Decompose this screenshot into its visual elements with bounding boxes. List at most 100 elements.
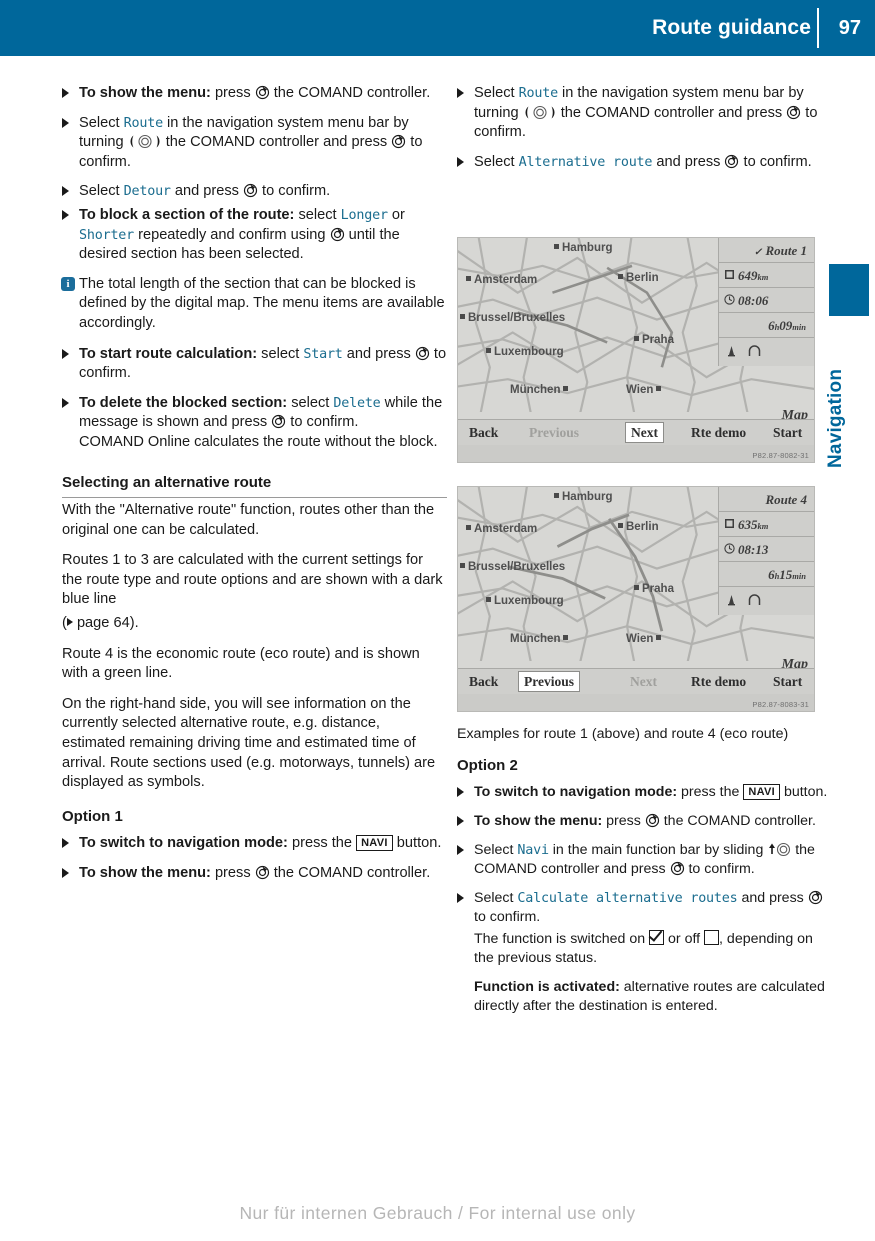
map-city-label: Praha — [634, 583, 674, 595]
bullet-arrow-icon — [62, 88, 69, 98]
paragraph: Routes 1 to 3 are calculated with the cu… — [62, 551, 447, 610]
rte-demo-button[interactable]: Rte demo — [686, 423, 751, 442]
item-text: button. — [392, 835, 442, 852]
item-text: press — [210, 865, 255, 881]
list-item: To show the menu: press the COMAND contr… — [62, 864, 447, 884]
status-text: The function is switched on — [474, 931, 650, 947]
rte-demo-button[interactable]: Rte demo — [686, 672, 751, 691]
back-button[interactable]: Back — [464, 672, 503, 691]
bullet-arrow-icon — [457, 787, 464, 797]
status-line: The function is switched on or off , dep… — [457, 930, 829, 968]
previous-button[interactable]: Previous — [518, 671, 580, 692]
list-item: To block a section of the route: select … — [62, 206, 447, 265]
previous-button[interactable]: Previous — [524, 423, 584, 442]
map-city-label: Amsterdam — [466, 274, 537, 286]
item-text: Select — [474, 85, 519, 101]
route-duration-row: 6h15min — [719, 562, 814, 587]
chapter-tab-label: Navigation — [825, 368, 846, 468]
checkbox-off-icon — [704, 930, 720, 945]
screen-button-bar: Back Previous Next Rte demo Start — [458, 668, 814, 694]
press-controller-icon — [330, 227, 345, 242]
motorway-icon — [726, 340, 737, 357]
press-controller-icon — [415, 346, 430, 361]
item-text: the COMAND controller. — [659, 813, 816, 829]
list-item: To delete the blocked section: select De… — [62, 394, 447, 453]
distance-unit: km — [757, 272, 769, 282]
bullet-arrow-icon — [62, 117, 69, 128]
route-title-row: Route 4 — [719, 487, 814, 512]
item-text: button. — [780, 784, 828, 800]
next-button[interactable]: Next — [625, 672, 662, 691]
destination-flag-icon — [724, 514, 735, 528]
footer-watermark: Nur für internen Gebrauch / For internal… — [239, 1203, 636, 1223]
command-term: Alternative route — [518, 154, 653, 170]
item-lead: To show the menu: — [474, 813, 603, 829]
right-column-lower: Examples for route 1 (above) and route 4… — [457, 725, 829, 1026]
map-city-label: Brussel/Bruxelles — [460, 561, 565, 573]
page-ref-text[interactable]: page 64 — [77, 615, 130, 631]
header-divider — [817, 8, 819, 48]
tunnel-icon — [748, 340, 761, 356]
turn-controller-icon — [128, 134, 162, 149]
press-controller-icon — [271, 414, 286, 429]
route-symbols-row — [719, 587, 814, 615]
bullet-arrow-icon — [457, 816, 464, 826]
bullet-arrow-icon — [457, 845, 464, 855]
image-reference-code: P82.87-8082-31 — [752, 451, 809, 460]
route-arrival-row: 08:06 — [719, 288, 814, 313]
next-button[interactable]: Next — [625, 422, 664, 443]
destination-flag-icon — [724, 265, 735, 279]
item-text: to confirm. — [258, 183, 331, 200]
navi-button[interactable]: NAVI — [743, 784, 781, 800]
item-text: select — [257, 345, 304, 362]
page-ref-arrow-icon — [66, 618, 73, 627]
item-text: in the main function bar by sliding — [548, 842, 768, 858]
map-city-label: Brussel/Bruxelles — [460, 312, 565, 324]
info-note: i The total length of the section that c… — [61, 275, 447, 334]
right-text-column: Select Route in the navigation system me… — [457, 84, 842, 182]
option2-heading: Option 2 — [457, 757, 518, 774]
checkbox-on-icon — [649, 930, 665, 945]
list-item: Select Alternative route and press to co… — [457, 153, 842, 173]
route-title-row: ✓ Route 1 — [719, 238, 814, 263]
item-text: press — [210, 85, 255, 101]
item-lead: To block a section of the route: — [79, 206, 295, 223]
command-term: Calculate alternative routes — [517, 891, 738, 906]
command-term: Detour — [123, 184, 171, 200]
map-city-label: Luxembourg — [486, 346, 564, 358]
screen-button-bar: Back Previous Next Rte demo Start — [458, 419, 814, 445]
item-lead: To start route calculation: — [79, 345, 258, 362]
route-title: Route 4 — [765, 492, 807, 507]
start-button[interactable]: Start — [768, 423, 807, 442]
press-controller-icon — [645, 813, 660, 828]
bullet-arrow-icon — [62, 348, 69, 359]
item-text: the COMAND controller and press — [161, 134, 392, 151]
back-button[interactable]: Back — [464, 423, 503, 442]
page-header-bar: Route guidance 97 — [0, 0, 875, 56]
navigation-screenshot-route1: Hamburg Amsterdam Berlin Brussel/Bruxell… — [457, 237, 815, 463]
duration-minutes: 15 — [779, 567, 793, 582]
command-term: Route — [123, 115, 164, 131]
start-button[interactable]: Start — [768, 672, 807, 691]
figure-caption: Examples for route 1 (above) and route 4… — [457, 726, 789, 742]
bullet-arrow-icon — [62, 397, 69, 408]
item-lead: To show the menu: — [79, 865, 211, 881]
selected-check-icon: ✓ — [753, 247, 763, 258]
clock-icon — [724, 539, 735, 554]
command-term: Start — [303, 346, 343, 362]
item-text: Select — [474, 890, 518, 906]
item-text: Select — [474, 842, 518, 858]
list-item: Select Navi in the main function bar by … — [457, 841, 829, 879]
turn-controller-icon — [523, 105, 557, 120]
info-note-text: The total length of the section that can… — [79, 275, 445, 331]
list-item: To start route calculation: select Start… — [62, 345, 447, 384]
navi-button[interactable]: NAVI — [356, 835, 393, 852]
map-city-label: Hamburg — [554, 242, 612, 254]
item-text: press the — [287, 835, 357, 852]
motorway-icon — [726, 589, 737, 606]
map-city-label: Berlin — [618, 521, 659, 533]
paragraph: With the "Alternative route" function, r… — [62, 502, 435, 538]
list-item: To switch to navigation mode: press the … — [62, 834, 447, 854]
map-city-label: Praha — [634, 334, 674, 346]
press-controller-icon — [391, 134, 406, 149]
